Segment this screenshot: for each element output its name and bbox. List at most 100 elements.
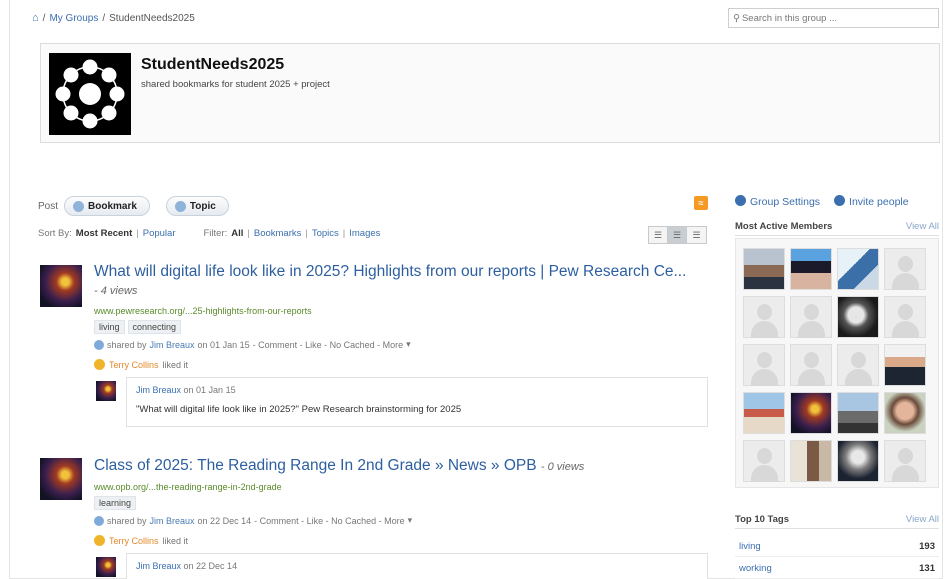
liked-suffix: liked it [162, 535, 189, 546]
member-avatar[interactable] [743, 392, 785, 434]
comment-avatar[interactable] [96, 557, 116, 577]
member-avatar-placeholder[interactable] [884, 296, 926, 338]
tags-title: Top 10 Tags [735, 514, 790, 525]
tag-chip[interactable]: living [94, 320, 125, 334]
tag-name[interactable]: living [739, 541, 761, 552]
filter-sep: | [342, 228, 346, 239]
breadcrumb-sep: / [102, 12, 106, 24]
filter-sep: | [247, 228, 250, 239]
shared-date: on 01 Jan 15 [197, 339, 250, 350]
item-actions[interactable]: - Comment - Like - No Cached - More [254, 516, 405, 526]
breadcrumb-sep: / [42, 12, 46, 24]
add-user-icon [834, 195, 846, 206]
member-avatar[interactable] [743, 248, 785, 290]
members-panel [735, 238, 939, 488]
item-actions[interactable]: - Comment - Like - No Cached - More [253, 340, 404, 350]
tag-chip[interactable]: learning [94, 496, 137, 510]
home-icon[interactable]: ⌂ [32, 12, 39, 24]
item-views: - 0 views [540, 461, 585, 473]
tag-row[interactable]: living 193 [735, 537, 939, 557]
search-placeholder: Search in this group ... [741, 12, 838, 24]
invite-people-link[interactable]: Invite people [834, 195, 909, 208]
post-bookmark-button[interactable]: Bookmark [64, 196, 150, 216]
list-view-icon[interactable]: ☰ [649, 227, 668, 243]
member-avatar-placeholder[interactable] [837, 344, 879, 386]
member-avatar-placeholder[interactable] [884, 440, 926, 482]
group-description: shared bookmarks for student 2025 + proj… [141, 79, 330, 90]
search-input[interactable]: ⚲ Search in this group ... [728, 8, 939, 28]
item-share-meta: shared by Jim Breaux on 22 Dec 14 - Comm… [94, 515, 412, 526]
member-avatar[interactable] [790, 248, 832, 290]
filter-images[interactable]: Images [349, 228, 380, 239]
detail-view-icon[interactable]: ☰ [687, 227, 706, 243]
item-share-meta: shared by Jim Breaux on 01 Jan 15 - Comm… [94, 339, 411, 350]
member-avatar[interactable] [837, 296, 879, 338]
item-thumbnail[interactable] [40, 265, 82, 307]
comment-author[interactable]: Jim Breaux [136, 561, 181, 571]
member-avatar-placeholder[interactable] [743, 296, 785, 338]
item-title-link[interactable]: What will digital life look like in 2025… [94, 263, 686, 281]
more-chevron-icon[interactable]: ▾ [406, 339, 411, 350]
member-avatar-placeholder[interactable] [743, 344, 785, 386]
member-avatar-placeholder[interactable] [790, 344, 832, 386]
member-avatar[interactable] [884, 344, 926, 386]
comment-author[interactable]: Jim Breaux [136, 385, 181, 395]
filter-bookmarks[interactable]: Bookmarks [254, 228, 302, 239]
sort-sep: | [136, 228, 139, 239]
filter-topics[interactable]: Topics [312, 228, 339, 239]
tags-view-all[interactable]: View All [906, 514, 939, 525]
shared-by-label: shared by [107, 339, 147, 350]
rss-icon[interactable]: ≈ [694, 196, 708, 210]
group-logo [49, 53, 131, 135]
members-view-all[interactable]: View All [906, 221, 939, 232]
item-title-link[interactable]: Class of 2025: The Reading Range In 2nd … [94, 457, 537, 474]
tag-name[interactable]: working [739, 563, 772, 574]
share-icon [94, 339, 104, 350]
item-url[interactable]: www.opb.org/...the-reading-range-in-2nd-… [94, 482, 282, 492]
shared-by-user[interactable]: Jim Breaux [150, 516, 195, 526]
post-topic-button[interactable]: Topic [165, 196, 229, 216]
item-title: Class of 2025: The Reading Range In 2nd … [94, 457, 584, 475]
expanded-view-icon[interactable]: ☰ [668, 227, 687, 243]
tags-panel-header: Top 10 Tags View All [735, 511, 939, 529]
filter-label: Filter: [203, 228, 228, 239]
member-avatar[interactable] [884, 392, 926, 434]
search-icon: ⚲ [733, 12, 740, 24]
share-icon [94, 515, 104, 526]
item-views: - 4 views [94, 285, 138, 297]
tag-chip[interactable]: connecting [127, 320, 182, 334]
member-avatar-placeholder[interactable] [884, 248, 926, 290]
topic-icon [174, 200, 186, 212]
shared-by-user[interactable]: Jim Breaux [150, 340, 195, 350]
more-chevron-icon[interactable]: ▾ [408, 515, 413, 526]
member-avatar[interactable] [837, 392, 879, 434]
sort-most-recent[interactable]: Most Recent [76, 228, 132, 239]
member-avatar[interactable] [837, 248, 879, 290]
smile-icon [94, 535, 105, 546]
group-logo-diagram [49, 53, 131, 135]
breadcrumb: ⌂ / My Groups / StudentNeeds2025 [32, 12, 195, 24]
liked-by-user[interactable]: Terry Collins [109, 360, 159, 370]
member-avatar-placeholder[interactable] [743, 440, 785, 482]
filter-all[interactable]: All [231, 228, 243, 239]
tag-row[interactable]: working 131 [735, 559, 939, 579]
sort-popular[interactable]: Popular [143, 228, 176, 239]
group-actions: Group Settings Invite people [735, 195, 909, 208]
tag-count: 193 [919, 541, 935, 552]
member-avatar-placeholder[interactable] [790, 296, 832, 338]
comment-avatar[interactable] [96, 381, 116, 401]
breadcrumb-my-groups[interactable]: My Groups [49, 13, 98, 24]
group-settings-label: Group Settings [750, 196, 821, 208]
gear-icon [735, 195, 746, 206]
member-avatar[interactable] [790, 440, 832, 482]
comment-date: on 01 Jan 15 [183, 385, 236, 395]
members-title: Most Active Members [735, 221, 833, 232]
item-url[interactable]: www.pewresearch.org/...25-highlights-fro… [94, 306, 312, 316]
tag-count: 131 [919, 563, 935, 574]
item-thumbnail[interactable] [40, 458, 82, 500]
member-avatar[interactable] [837, 440, 879, 482]
group-settings-link[interactable]: Group Settings [735, 195, 820, 208]
liked-by-user[interactable]: Terry Collins [109, 536, 159, 546]
member-avatar[interactable] [790, 392, 832, 434]
members-panel-header: Most Active Members View All [735, 218, 939, 236]
